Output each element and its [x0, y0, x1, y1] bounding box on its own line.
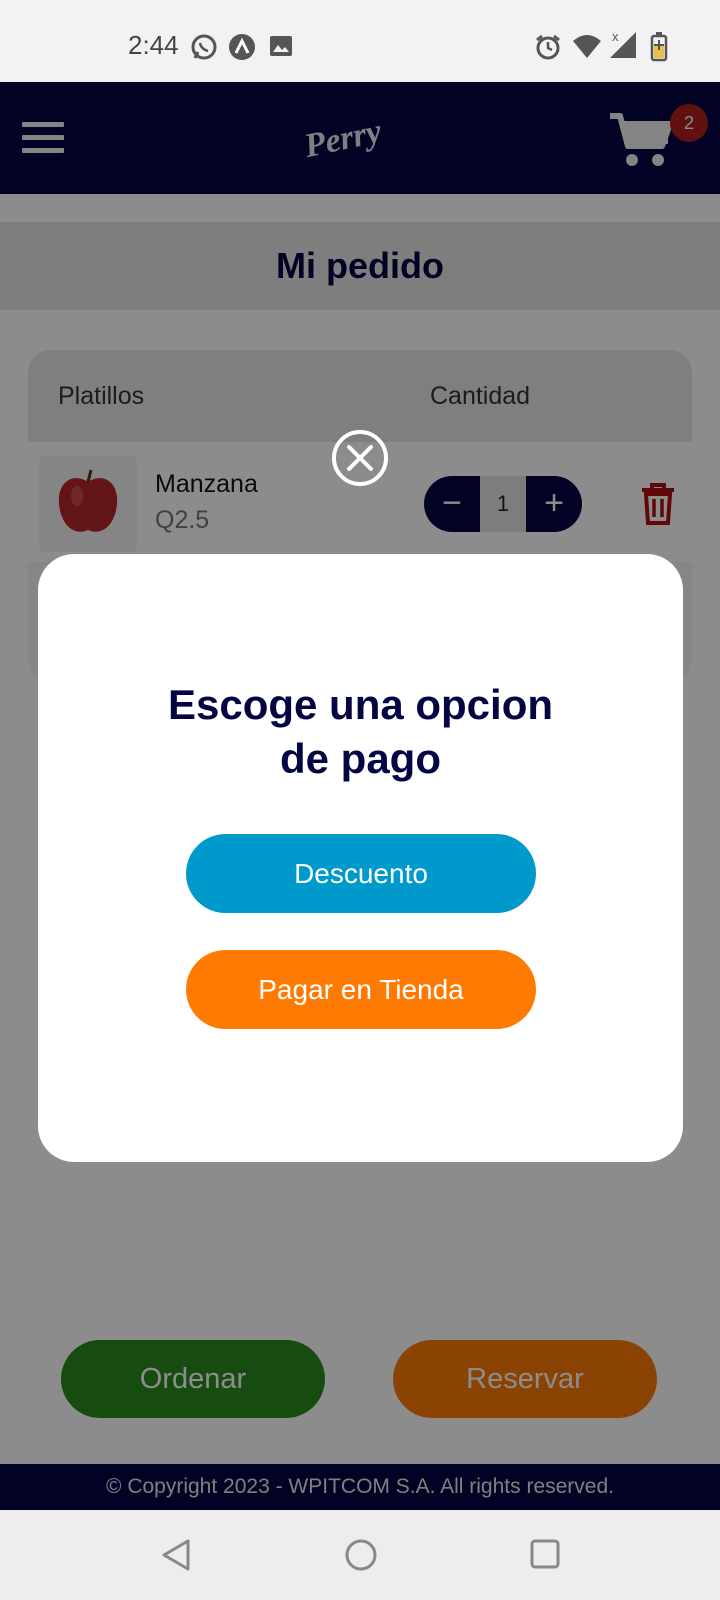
home-icon[interactable]	[344, 1538, 378, 1572]
status-time: 2:44	[128, 30, 179, 60]
status-bar: 2:44 x	[0, 0, 720, 82]
arc-icon	[229, 34, 255, 60]
battery-icon	[650, 32, 668, 62]
system-nav-bar	[0, 1510, 720, 1600]
close-icon[interactable]	[331, 429, 389, 487]
dialog-title: Escoge una opcion de pago	[38, 678, 683, 786]
pay-in-store-button[interactable]: Pagar en Tienda	[186, 950, 536, 1029]
gallery-icon	[270, 36, 292, 56]
recents-icon[interactable]	[530, 1538, 560, 1570]
discount-button[interactable]: Descuento	[186, 834, 536, 913]
dialog-title-line-1: Escoge una opcion	[167, 681, 554, 728]
back-icon[interactable]	[160, 1538, 192, 1572]
whatsapp-icon	[191, 34, 217, 60]
payment-option-dialog: Escoge una opcion de pago Descuento Paga…	[38, 554, 683, 1162]
svg-text:x: x	[612, 30, 619, 44]
wifi-icon	[573, 35, 601, 58]
signal-icon: x	[610, 30, 636, 58]
alarm-icon	[536, 34, 560, 60]
dialog-title-line-2: de pago	[279, 735, 441, 782]
